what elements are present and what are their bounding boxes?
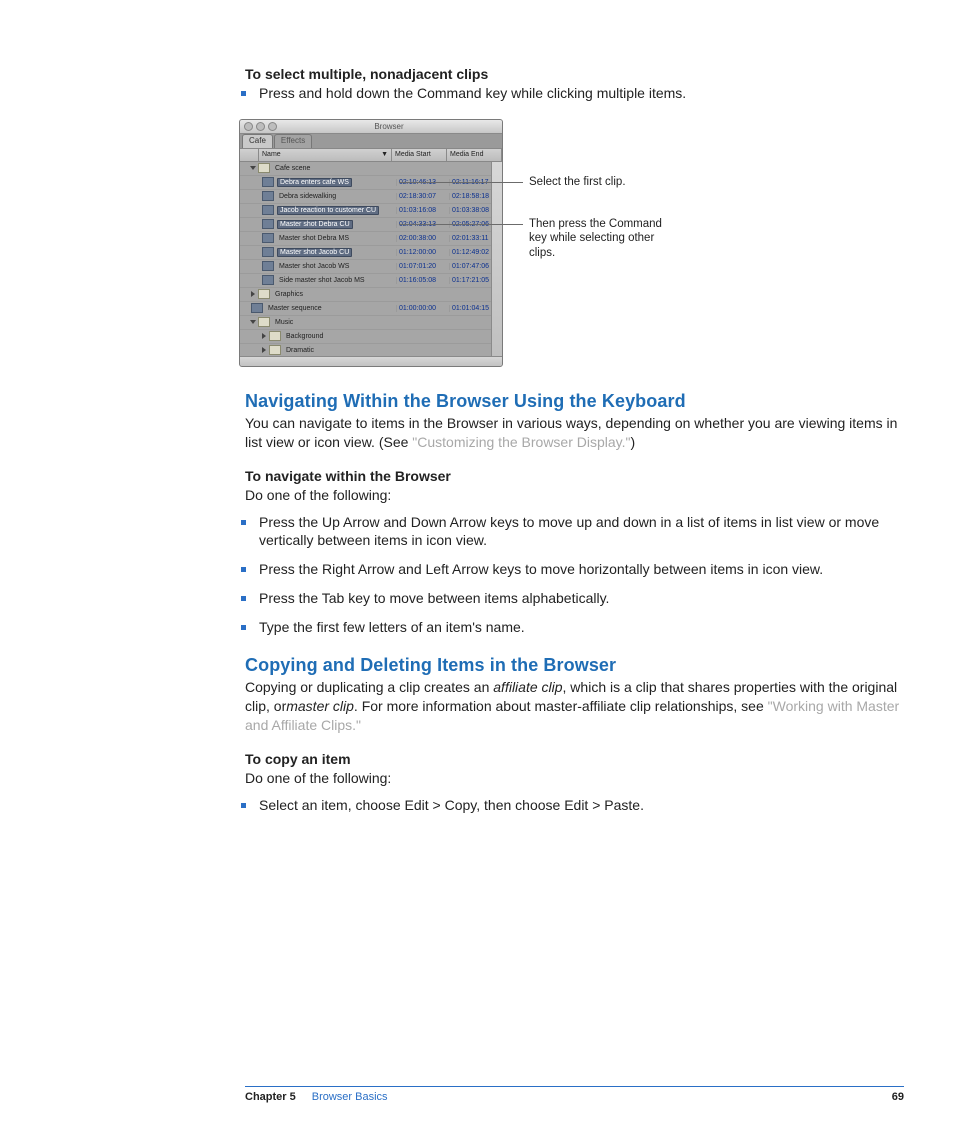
media-start: 02:18:30:07 — [396, 193, 449, 200]
nav-bullet-3: Press the Tab key to move between items … — [245, 589, 904, 608]
bin-icon — [258, 317, 270, 327]
figure-browser-window: Browser Cafe Effects Name▼ Media Start M… — [245, 119, 904, 369]
clip-icon — [262, 261, 274, 271]
list-row: Master shot Debra MS02:00:38:0002:01:33:… — [240, 232, 502, 246]
row-name: Cafe scene — [273, 165, 312, 172]
list-row: Debra sidewalking02:18:30:0702:18:58:18 — [240, 190, 502, 204]
media-start: 02:00:38:00 — [396, 235, 449, 242]
heading-to-copy: To copy an item — [245, 751, 904, 767]
clip-icon — [262, 205, 274, 215]
heading-copy-delete: Copying and Deleting Items in the Browse… — [245, 655, 904, 676]
bin-icon — [269, 331, 281, 341]
disclosure-triangle-icon — [250, 166, 256, 170]
close-button-icon — [244, 122, 253, 131]
row-name: Master shot Debra CU — [277, 220, 353, 229]
do-one-2: Do one of the following: — [245, 769, 904, 788]
browser-list: Cafe scene Debra enters cafe WS02:10:46:1… — [240, 162, 502, 356]
bin-icon — [258, 289, 270, 299]
browser-window: Browser Cafe Effects Name▼ Media Start M… — [239, 119, 503, 367]
heading-navigating: Navigating Within the Browser Using the … — [245, 391, 904, 412]
col-media-end: Media End — [447, 149, 502, 161]
list-row: Master shot Jacob CU01:12:00:0001:12:49:… — [240, 246, 502, 260]
col-name: Name▼ — [259, 149, 392, 161]
list-row: Master shot Debra CU02:04:33:1302:05:27:… — [240, 218, 502, 232]
list-row: Music — [240, 316, 502, 330]
col-media-start: Media Start — [392, 149, 447, 161]
clip-icon — [251, 303, 263, 313]
media-start: 01:03:16:08 — [396, 207, 449, 214]
list-row: Master shot Jacob WS01:07:01:2001:07:47:… — [240, 260, 502, 274]
clip-icon — [262, 177, 274, 187]
row-name: Master shot Jacob WS — [277, 263, 351, 270]
media-start: 01:07:01:20 — [396, 263, 449, 270]
list-row: Graphics — [240, 288, 502, 302]
footer-chapter: Chapter 5 — [245, 1091, 296, 1103]
window-titlebar: Browser — [240, 120, 502, 134]
row-name: Debra enters cafe WS — [277, 178, 352, 187]
disclosure-triangle-icon — [250, 320, 256, 324]
bin-icon — [258, 163, 270, 173]
zoom-button-icon — [268, 122, 277, 131]
clip-icon — [262, 233, 274, 243]
window-title: Browser — [280, 122, 498, 131]
list-row: Dramatic — [240, 344, 502, 356]
minimize-button-icon — [256, 122, 265, 131]
para-copy-delete: Copying or duplicating a clip creates an… — [245, 678, 904, 735]
copy-bullet-1: Select an item, choose Edit > Copy, then… — [245, 796, 904, 815]
nav-bullet-2: Press the Right Arrow and Left Arrow key… — [245, 560, 904, 579]
scrollbar-horizontal — [240, 356, 502, 367]
media-start: 01:16:05:08 — [396, 277, 449, 284]
row-name: Master sequence — [266, 305, 324, 312]
callout-command-key: Then press the Command key while selecti… — [529, 217, 669, 260]
clip-icon — [262, 219, 274, 229]
do-one-1: Do one of the following: — [245, 486, 904, 505]
disclosure-triangle-icon — [262, 333, 266, 339]
nav-bullet-1: Press the Up Arrow and Down Arrow keys t… — [245, 513, 904, 551]
disclosure-triangle-icon — [251, 291, 255, 297]
footer-title: Browser Basics — [312, 1091, 388, 1103]
bin-icon — [269, 345, 281, 355]
row-name: Graphics — [273, 291, 305, 298]
tab-effects: Effects — [274, 134, 312, 148]
link-customizing-display: "Customizing the Browser Display." — [412, 434, 630, 450]
clip-icon — [262, 247, 274, 257]
heading-select-multiple: To select multiple, nonadjacent clips — [245, 66, 904, 82]
nav-bullet-4: Type the first few letters of an item's … — [245, 618, 904, 637]
row-name: Dramatic — [284, 347, 316, 354]
tab-cafe: Cafe — [242, 134, 273, 148]
row-name: Master shot Jacob CU — [277, 248, 352, 257]
para-navigating: You can navigate to items in the Browser… — [245, 414, 904, 452]
column-headers: Name▼ Media Start Media End — [240, 148, 502, 162]
heading-to-navigate: To navigate within the Browser — [245, 468, 904, 484]
row-name: Side master shot Jacob MS — [277, 277, 367, 284]
clip-icon — [262, 191, 274, 201]
list-row: Master sequence01:00:00:0001:01:04:15 — [240, 302, 502, 316]
scrollbar-vertical — [491, 162, 502, 356]
row-name: Debra sidewalking — [277, 193, 338, 200]
row-name: Master shot Debra MS — [277, 235, 351, 242]
callout-first-clip: Select the first clip. — [529, 175, 626, 189]
footer-page-number: 69 — [892, 1091, 904, 1103]
bullet-select-multiple: Press and hold down the Command key whil… — [245, 84, 904, 103]
tab-bar: Cafe Effects — [240, 134, 502, 148]
page-footer: Chapter 5 Browser Basics 69 — [245, 1086, 904, 1103]
row-name: Background — [284, 333, 325, 340]
list-row: Debra enters cafe WS02:10:46:1302:11:16:… — [240, 176, 502, 190]
row-name: Jacob reaction to customer CU — [277, 206, 379, 215]
disclosure-triangle-icon — [262, 347, 266, 353]
media-start: 01:00:00:00 — [396, 305, 449, 312]
list-row: Jacob reaction to customer CU 01:03:16:08… — [240, 204, 502, 218]
list-row: Side master shot Jacob MS01:16:05:0801:1… — [240, 274, 502, 288]
list-row: Cafe scene — [240, 162, 502, 176]
list-row: Background — [240, 330, 502, 344]
clip-icon — [262, 275, 274, 285]
media-start: 01:12:00:00 — [396, 249, 449, 256]
row-name: Music — [273, 319, 295, 326]
